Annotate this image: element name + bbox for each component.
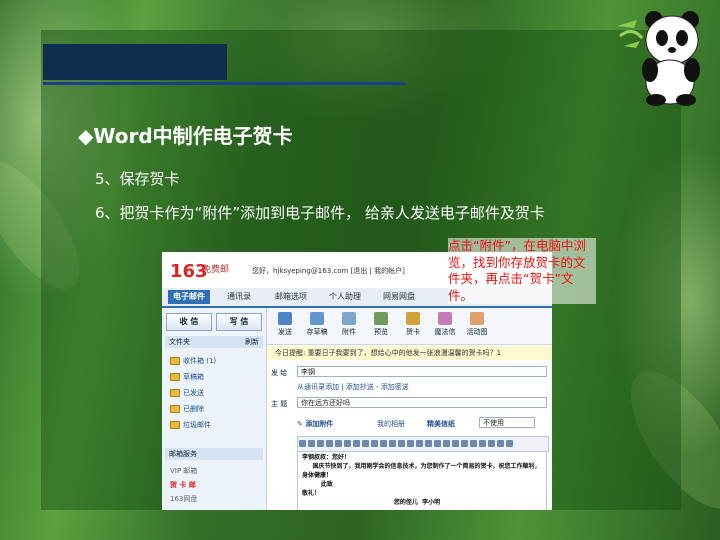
magic-icon [438, 312, 452, 325]
folder-icon [170, 389, 180, 397]
save-icon [310, 312, 324, 325]
refresh-link[interactable]: 刷新 [245, 336, 263, 348]
mail-logo-sub: 免费邮 [202, 265, 230, 275]
step-6: 6、把贺卡作为“附件”添加到电子邮件， 给亲人发送电子邮件及贺卡 [95, 204, 545, 222]
folder-icon [170, 405, 180, 413]
send-button[interactable]: 发送 [271, 312, 299, 337]
add-attachment-link[interactable]: ✎ 添加附件 [297, 419, 333, 429]
compose-toolbar: 发送 存草稿 附件 预览 贺卡 魔法信 活动图 [267, 308, 552, 345]
save-draft-button[interactable]: 存草稿 [303, 312, 331, 337]
send-icon [278, 312, 292, 325]
subject-label: 主 题 [271, 400, 288, 408]
folder-sent[interactable]: 已发送 [170, 388, 204, 398]
service-vip[interactable]: VIP 邮箱 [170, 466, 197, 476]
editor-toolbar[interactable] [297, 436, 549, 452]
folder-icon [170, 357, 180, 365]
card-button[interactable]: 贺卡 [399, 312, 427, 337]
tab-email[interactable]: 电子邮件 [168, 290, 210, 304]
tab-assistant[interactable]: 个人助理 [324, 290, 366, 304]
tab-netdisk[interactable]: 网易网盘 [378, 290, 420, 304]
folder-deleted[interactable]: 已删除 [170, 404, 204, 414]
service-title: 邮箱服务 [165, 448, 263, 460]
folder-icon [170, 373, 180, 381]
folder-icon [170, 421, 180, 429]
tab-options[interactable]: 邮箱选项 [270, 290, 312, 304]
stationery-link[interactable]: 精美信纸 [427, 419, 455, 429]
to-label: 发 给 [271, 369, 288, 377]
annotation-callout: 点击“附件”，在电脑中浏览，找到你存放贺卡的文件夹，再点击“贺卡”文件。 [448, 238, 596, 304]
to-field[interactable]: 李钢 [297, 366, 547, 377]
compose-area: 发送 存草稿 附件 预览 贺卡 魔法信 活动图 今日提醒: 重要日子我要到了，想… [267, 308, 552, 510]
card-icon [406, 312, 420, 325]
album-link[interactable]: 我的相册 [377, 419, 405, 429]
account-info[interactable]: 您好，hjksyeping@163.com [退出 | 我的帐户] [252, 266, 405, 276]
page-title: ◆Word中制作电子贺卡 [78, 124, 293, 148]
animation-button[interactable]: 活动图 [463, 312, 491, 337]
message-body[interactable]: 李钢叔叔：您好！ 国庆节快到了，我用刚学会的信息技术，为您制作了一个简易的贺卡，… [297, 451, 547, 510]
mail-sidebar: 收 信 写 信 文件夹 刷新 收件箱 (1) 草稿箱 已发送 已删除 垃圾邮件 … [162, 308, 267, 510]
write-button[interactable]: 写 信 [216, 313, 262, 331]
tab-contacts[interactable]: 通讯录 [222, 290, 256, 304]
title-underline [43, 82, 405, 85]
folder-drafts[interactable]: 草稿箱 [170, 372, 204, 382]
stationery-select[interactable]: 不使用 [479, 417, 535, 428]
paperclip-icon [342, 312, 356, 325]
notice-bar: 今日提醒: 重要日子我要到了，想给心中的他发一张浪漫温馨的贺卡吗？1 [267, 346, 552, 360]
attachment-button[interactable]: 附件 [335, 312, 363, 337]
service-disk[interactable]: 163网盘 [170, 494, 197, 504]
address-links[interactable]: 从通讯录添加 | 添加抄送 - 添加密送 [297, 382, 409, 392]
step-5: 5、保存贺卡 [95, 170, 180, 188]
folder-title: 文件夹 刷新 [165, 336, 263, 348]
title-bar [43, 44, 227, 80]
folder-inbox[interactable]: 收件箱 (1) [170, 356, 216, 366]
folder-spam[interactable]: 垃圾邮件 [170, 420, 211, 430]
service-card[interactable]: 贺 卡 邮 [170, 480, 196, 490]
subject-field[interactable]: 你在远方还好吗 [297, 397, 547, 408]
panda-icon [617, 11, 700, 106]
receive-button[interactable]: 收 信 [166, 313, 212, 331]
magic-letter-button[interactable]: 魔法信 [431, 312, 459, 337]
preview-icon [374, 312, 388, 325]
folder-title-label: 文件夹 [169, 338, 190, 346]
animation-icon [470, 312, 484, 325]
preview-button[interactable]: 预览 [367, 312, 395, 337]
